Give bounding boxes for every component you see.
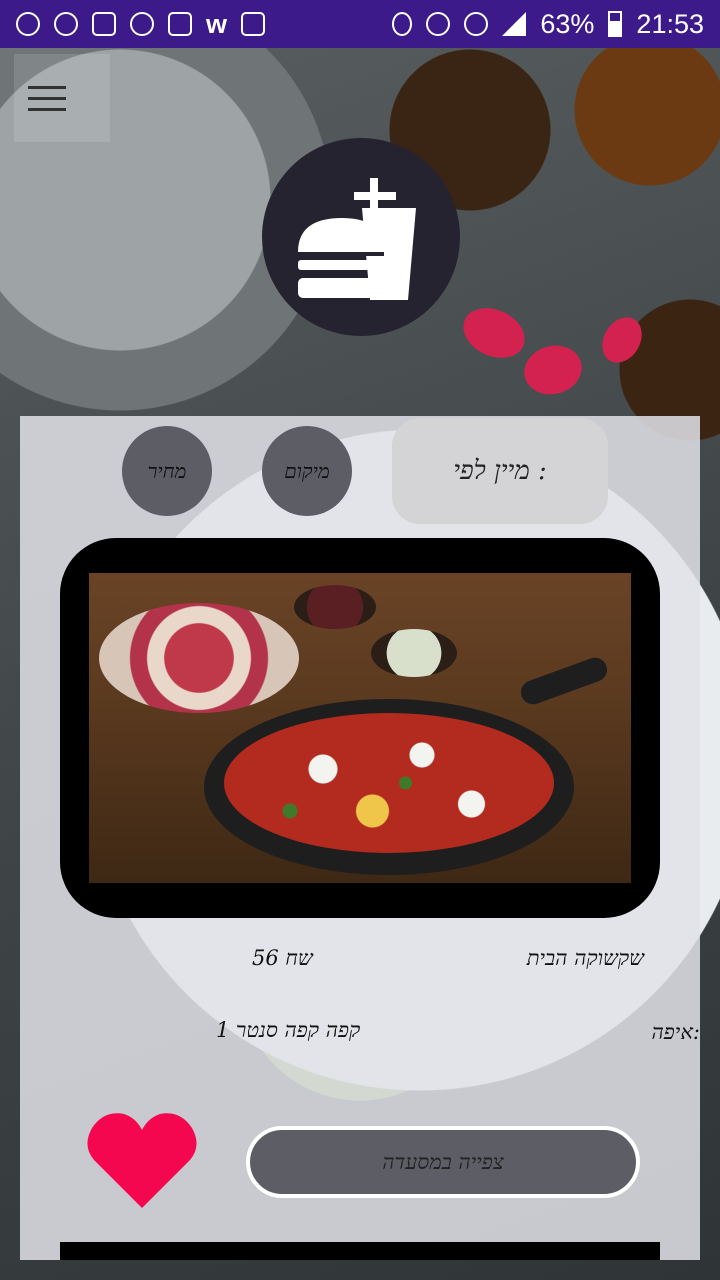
restaurant-card: מיין לפי : מיקום מחיר שקשוקה הבית 56 שח … [20, 416, 700, 1260]
hamburger-menu-icon[interactable] [14, 54, 110, 142]
wifi-icon [464, 12, 489, 36]
voicemail-icon [241, 12, 266, 36]
app-j-icon [130, 12, 154, 36]
heart-icon[interactable] [86, 1110, 198, 1210]
battery-percent: 63% [540, 8, 595, 39]
instagram-icon [168, 12, 192, 36]
sort-by-price-button[interactable]: מחיר [122, 426, 212, 516]
clock: 21:53 [636, 8, 704, 39]
olives-bowl [294, 585, 376, 629]
dish-photo[interactable] [89, 573, 631, 883]
location-icon [392, 12, 413, 36]
dish-name: שקשוקה הבית [526, 946, 644, 970]
dish-photo-frame [60, 538, 660, 918]
whatsapp-icon [54, 12, 78, 36]
app-logo [262, 138, 460, 336]
gallery-icon [92, 12, 116, 36]
battery-icon [608, 11, 623, 37]
pan-handle [517, 654, 611, 708]
view-restaurant-button[interactable]: צפייה במסעדה [246, 1126, 640, 1198]
menu-line [28, 85, 66, 89]
menu-line [28, 107, 66, 111]
salad-bowl [99, 603, 299, 713]
next-card-edge [60, 1242, 660, 1260]
dip-bowl [371, 629, 457, 677]
burger-drink-icon [298, 178, 416, 300]
sort-by-label: מיין לפי : [392, 418, 608, 524]
location-label: איפה: [651, 1020, 701, 1044]
notification-icons: w [16, 8, 266, 40]
dish-price: 56 שח [252, 946, 313, 970]
missed-call-icon [16, 12, 40, 36]
mute-icon [426, 12, 451, 36]
signal-icon [502, 12, 527, 36]
status-bar: w 63% 21:53 [0, 0, 720, 48]
location-value: קפה קפה סנטר 1 [216, 1018, 361, 1042]
sort-by-location-button[interactable]: מיקום [262, 426, 352, 516]
menu-line [28, 96, 66, 100]
system-icons: 63% 21:53 [392, 9, 704, 40]
shakshuka-dish [224, 713, 554, 853]
w-app-icon: w [206, 8, 228, 39]
